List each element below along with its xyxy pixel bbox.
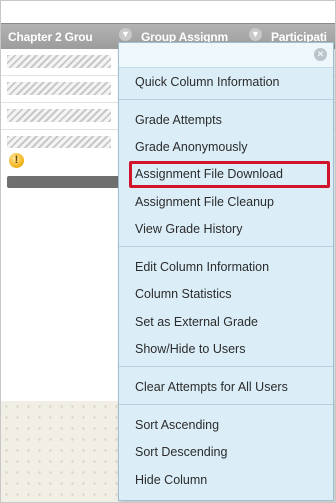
column-options-menu: ✕ Quick Column Information Grade Attempt…: [118, 42, 334, 501]
column-header-chapter-2-group[interactable]: Chapter 2 Grou: [8, 30, 114, 44]
grade-center-panel: Chapter 2 Grou ▼ Group Assignm ▼ Partici…: [0, 0, 336, 503]
menu-item-grade-anonymously[interactable]: Grade Anonymously: [119, 136, 333, 158]
close-icon[interactable]: ✕: [314, 48, 327, 61]
menu-item-view-grade-history[interactable]: View Grade History: [119, 218, 333, 240]
warning-icon[interactable]: !: [9, 153, 24, 168]
menu-separator: [119, 246, 333, 247]
menu-item-assignment-file-download[interactable]: Assignment File Download: [119, 163, 333, 185]
chevron-down-icon[interactable]: ▼: [249, 28, 262, 41]
menu-item-column-statistics[interactable]: Column Statistics: [119, 283, 333, 305]
menu-separator: [119, 404, 333, 405]
menu-item-sort-descending[interactable]: Sort Descending: [119, 441, 333, 463]
masked-name-cell: [7, 109, 111, 122]
menu-item-sort-ascending[interactable]: Sort Ascending: [119, 414, 333, 436]
menu-item-clear-attempts-for-all-users[interactable]: Clear Attempts for All Users: [119, 376, 333, 398]
menu-item-set-as-external-grade[interactable]: Set as External Grade: [119, 311, 333, 333]
menu-item-hide-column[interactable]: Hide Column: [119, 469, 333, 491]
menu-item-show-hide-to-users[interactable]: Show/Hide to Users: [119, 338, 333, 360]
masked-name-cell: [7, 82, 111, 95]
menu-header: ✕: [119, 43, 333, 68]
masked-name-cell: [7, 55, 111, 68]
menu-separator: [119, 99, 333, 100]
menu-item-assignment-file-cleanup[interactable]: Assignment File Cleanup: [119, 191, 333, 213]
menu-separator: [119, 366, 333, 367]
menu-item-grade-attempts[interactable]: Grade Attempts: [119, 109, 333, 131]
menu-item-edit-column-information[interactable]: Edit Column Information: [119, 256, 333, 278]
chevron-down-icon[interactable]: ▼: [119, 28, 132, 41]
menu-item-quick-column-information[interactable]: Quick Column Information: [119, 71, 333, 93]
